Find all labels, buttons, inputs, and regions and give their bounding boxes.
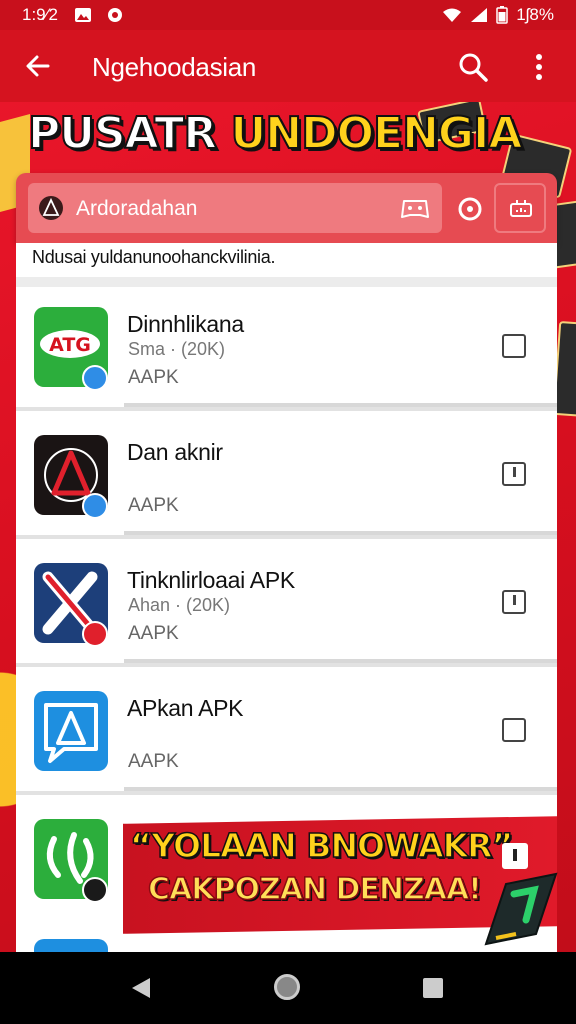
list-item[interactable]: Tinknlirloaai APK Ahan · (20K) AAPK <box>16 543 557 667</box>
app-icon <box>34 939 108 952</box>
divider <box>124 531 557 535</box>
search-placeholder: Ardoradahan <box>76 197 198 220</box>
badge-icon <box>82 621 108 647</box>
verified-badge-icon <box>82 493 108 519</box>
search-panel: Ardoradahan <box>16 173 557 243</box>
page-title: Ngehoodasian <box>92 52 257 82</box>
app-name: Tinknlirloaai APK <box>127 567 295 593</box>
select-checkbox[interactable] <box>502 718 526 742</box>
nav-back-icon[interactable] <box>130 976 152 1000</box>
app-type: AAPK <box>128 495 179 516</box>
app-type: AAPK <box>128 751 179 772</box>
status-bar: 1:9⁄2 1ʃ8% <box>0 0 576 30</box>
divider <box>124 403 557 407</box>
banner-headline: PUSATR UNDOENGIA <box>27 104 558 164</box>
promo-headline: “YOLAAN BNOWAKR” <box>129 825 514 866</box>
svg-text:ATG: ATG <box>49 334 91 356</box>
signal-icon <box>471 8 488 22</box>
nav-recents-icon[interactable] <box>423 978 443 998</box>
wifi-icon <box>443 8 462 22</box>
app-name: APkan APK <box>127 695 244 721</box>
list-item[interactable]: ATG Dinnhlikana Sma · (20K) AAPK <box>16 287 557 411</box>
filter-icon <box>510 200 532 217</box>
app-icon <box>34 691 108 771</box>
list-caption: Ndusai yuldanunoohanckvilinia. <box>32 247 276 267</box>
settings-icon <box>108 8 122 22</box>
app-size: Ahan · (20K) <box>128 595 231 615</box>
headline-word-1: PUSATR <box>27 107 218 160</box>
mascot-icon <box>484 872 558 946</box>
more-vert-icon[interactable] <box>526 50 552 84</box>
promo-subheadline: CAKPOZAN DENZAA! <box>147 871 482 908</box>
app-name: Dan aknir <box>127 439 223 465</box>
select-checkbox[interactable] <box>502 334 526 358</box>
gamepad-icon[interactable] <box>400 195 430 221</box>
divider <box>124 787 557 791</box>
status-time: 1:9⁄2 <box>22 5 58 24</box>
app-size: Sma · (20K) <box>128 339 226 359</box>
battery-icon <box>496 6 508 24</box>
search-icon[interactable] <box>456 50 490 84</box>
app-type: AAPK <box>128 623 179 644</box>
divider <box>124 659 557 663</box>
refresh-icon[interactable] <box>456 195 484 223</box>
list-item[interactable]: APkan APK AAPK <box>16 671 557 795</box>
app-logo-icon <box>39 196 63 220</box>
back-arrow-icon[interactable] <box>22 50 54 82</box>
app-type: AAPK <box>128 367 179 388</box>
search-input[interactable]: Ardoradahan <box>28 183 442 233</box>
system-nav-bar <box>0 952 576 1024</box>
divider <box>16 277 557 287</box>
headline-word-2: UNDOENGIA <box>230 107 524 160</box>
chat-a-logo-icon <box>44 703 98 763</box>
app-toolbar: Ngehoodasian <box>0 30 576 102</box>
nav-home-icon[interactable] <box>274 974 300 1000</box>
app-name: Dinnhlikana <box>127 311 244 337</box>
verified-badge-icon <box>82 365 108 391</box>
battery-percent: 1ʃ8% <box>516 5 554 24</box>
select-checkbox[interactable] <box>502 462 526 486</box>
gallery-icon <box>75 8 91 22</box>
badge-icon <box>82 877 108 903</box>
select-checkbox[interactable] <box>502 590 526 614</box>
filter-button[interactable] <box>494 183 546 233</box>
list-item[interactable]: Dan aknir AAPK <box>16 415 557 539</box>
